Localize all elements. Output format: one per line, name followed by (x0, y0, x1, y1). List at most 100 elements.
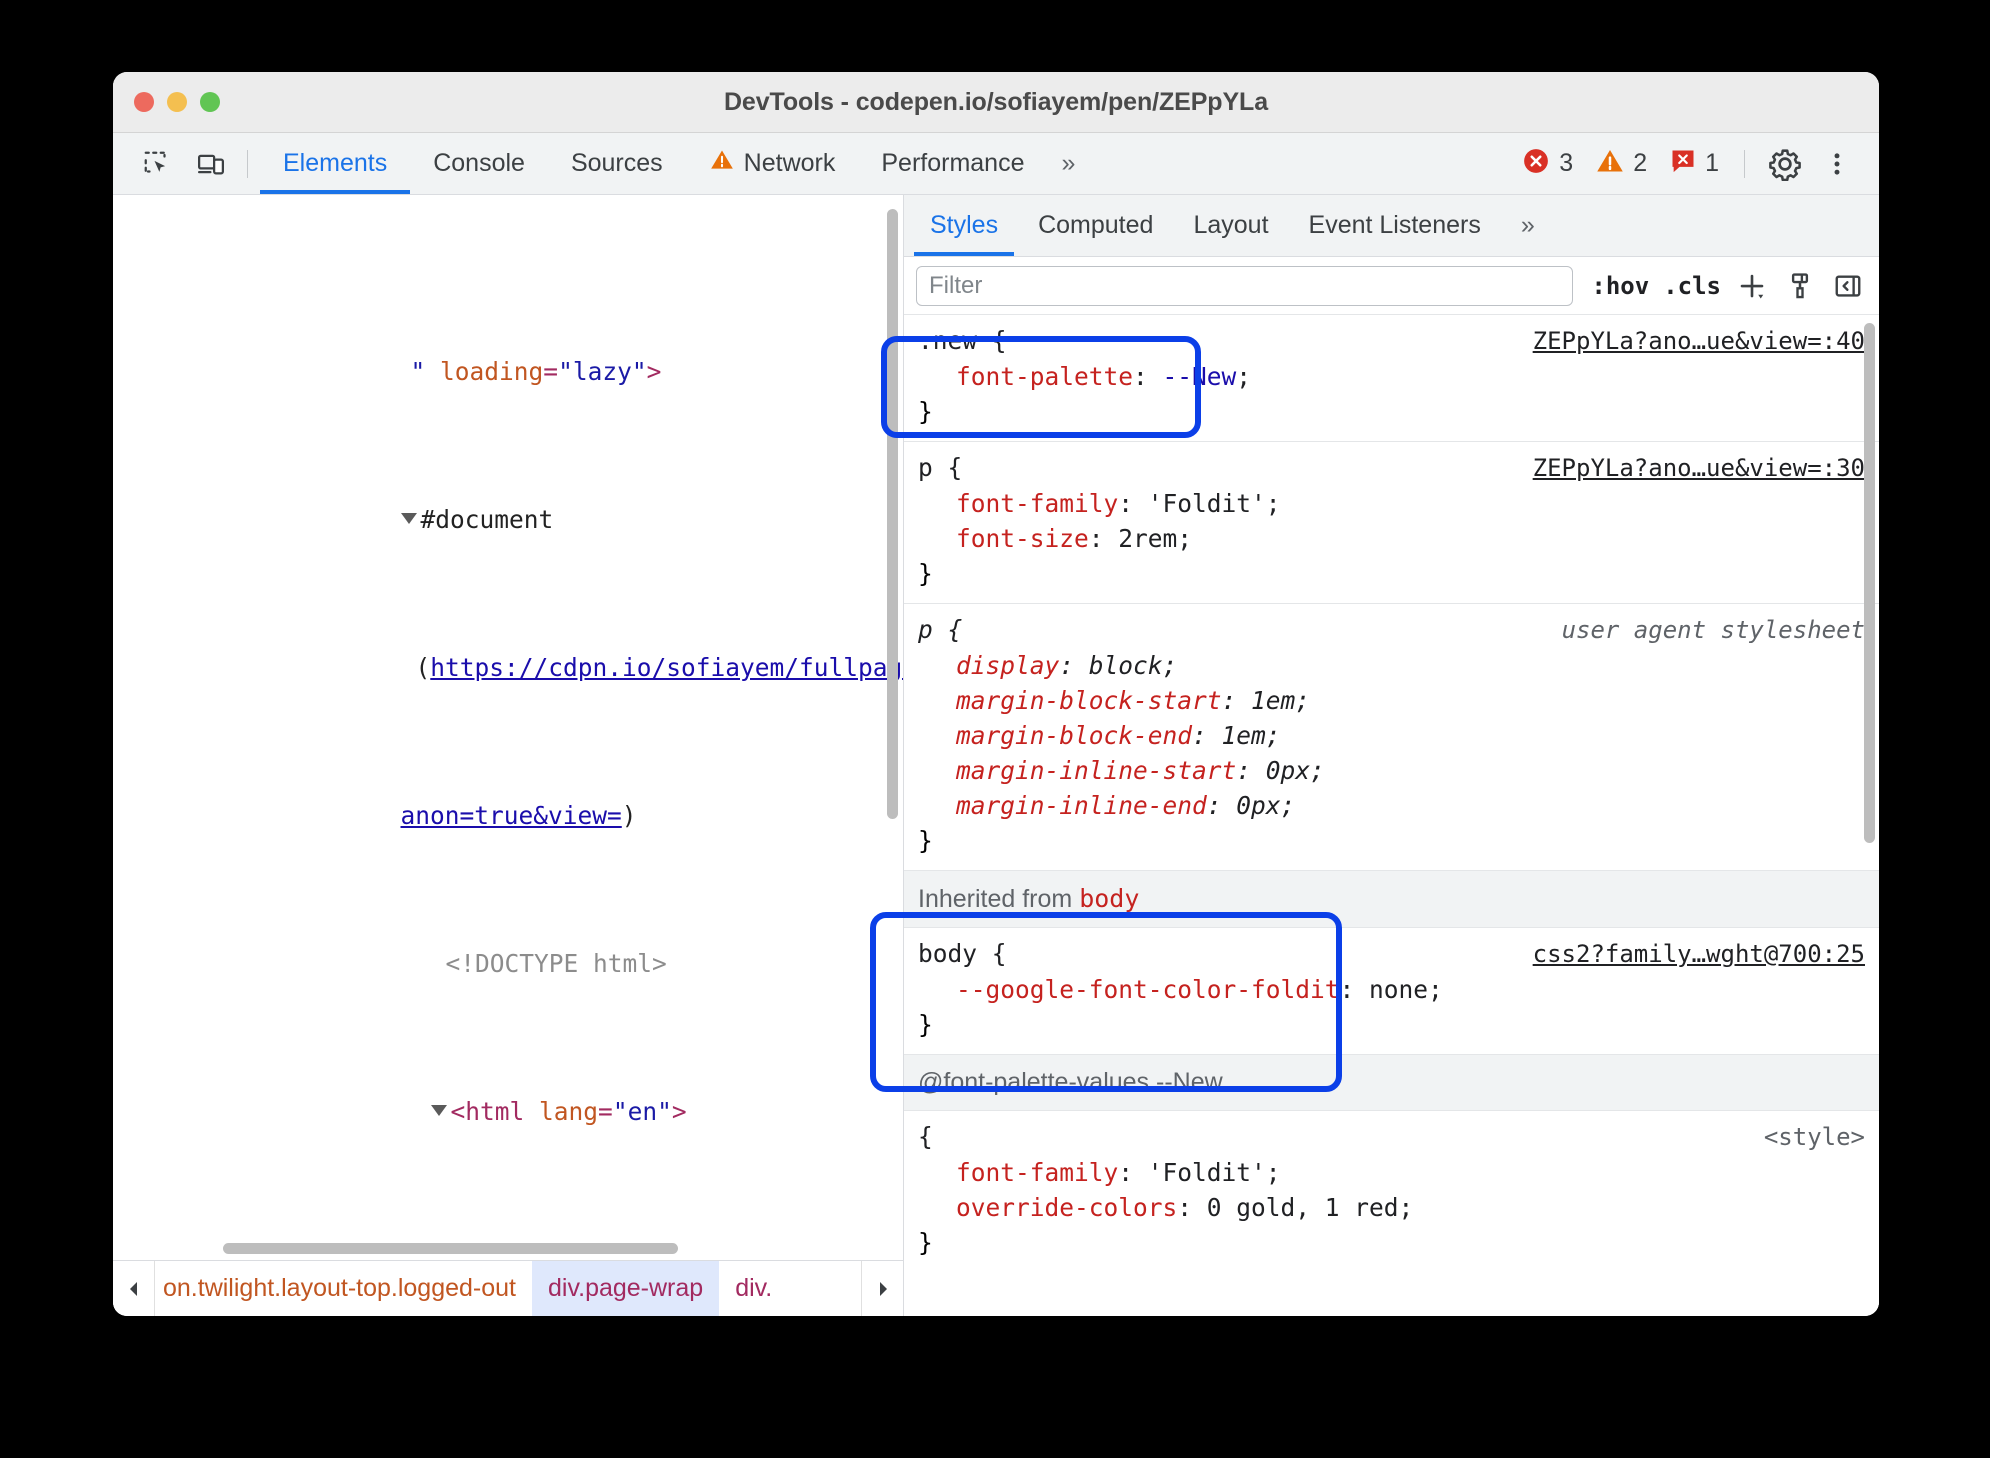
style-rule-origin[interactable]: css2?family…wght@700:25 (1513, 937, 1865, 972)
gear-icon[interactable] (1761, 142, 1809, 186)
breadcrumb-item-1[interactable]: div.page-wrap (532, 1261, 720, 1316)
declaration-value[interactable]: 'Foldit' (1148, 489, 1266, 518)
inherited-source-tag[interactable]: body (1079, 884, 1139, 913)
style-rule-p-user-agent[interactable]: p { user agent stylesheet display: block… (904, 604, 1879, 871)
style-rule-origin[interactable]: ZEPpYLa?ano…ue&view=:40 (1513, 324, 1865, 359)
style-declaration: display: block; (956, 651, 1178, 680)
more-options-icon[interactable] (1813, 142, 1861, 186)
dom-tree-horizontal-scrollbar-track (113, 1238, 903, 1260)
tab-computed[interactable]: Computed (1018, 195, 1173, 256)
style-rule-selector[interactable]: .new { (918, 323, 1007, 358)
dom-line[interactable]: " loading="lazy"> (113, 316, 903, 386)
expand-triangle-icon[interactable] (430, 1105, 447, 1116)
style-declaration[interactable]: font-palette: --New; (918, 359, 1865, 394)
dom-line[interactable]: <!DOCTYPE html> (113, 908, 903, 978)
declaration-property[interactable]: font-palette (956, 362, 1133, 391)
declaration-property[interactable]: font-size (956, 524, 1089, 553)
declaration-property[interactable]: font-family (956, 489, 1118, 518)
tab-console[interactable]: Console (410, 133, 548, 194)
declaration-value[interactable]: none (1369, 975, 1428, 1004)
style-rule-close: } (918, 826, 933, 855)
style-rule-close: } (918, 1010, 933, 1039)
tab-network[interactable]: Network (686, 133, 859, 194)
device-toolbar-icon[interactable] (187, 142, 235, 186)
style-declaration[interactable]: font-size: 2rem; (918, 521, 1865, 556)
declaration-value: 1em (1221, 721, 1266, 750)
cls-toggle-button[interactable]: .cls (1663, 272, 1721, 300)
dom-line[interactable]: #document (113, 464, 903, 534)
declaration-property[interactable]: --google-font-color-foldit (956, 975, 1340, 1004)
style-rule-selector[interactable]: p { (918, 450, 962, 485)
devtools-main: " loading="lazy"> #document (https://cdp… (113, 195, 1879, 1316)
styles-rules-list[interactable]: .new { ZEPpYLa?ano…ue&view=:40 font-pale… (904, 315, 1879, 1316)
style-rule-body[interactable]: body { css2?family…wght@700:25 --google-… (904, 928, 1879, 1055)
tab-sources[interactable]: Sources (548, 133, 686, 194)
tab-styles[interactable]: Styles (910, 195, 1018, 256)
inspect-element-icon[interactable] (133, 142, 181, 186)
declaration-property: margin-block-end (956, 721, 1193, 750)
dom-line[interactable]: <head>•••</head> (113, 1204, 903, 1238)
styles-vertical-scrollbar[interactable] (1864, 323, 1875, 843)
styles-pane: Styles Computed Layout Event Listeners » (903, 195, 1879, 1316)
warning-counter[interactable]: 2 (1586, 146, 1656, 181)
style-rule-selector[interactable]: body { (918, 936, 1007, 971)
warning-count: 2 (1633, 149, 1648, 177)
error-circle-icon (1521, 146, 1551, 181)
dom-tree-vertical-scrollbar[interactable] (887, 209, 898, 819)
hov-toggle-button[interactable]: :hov (1591, 272, 1649, 300)
breadcrumb: on.twilight.layout-top.logged-out div.pa… (113, 1260, 903, 1316)
dom-line[interactable]: (https://cdpn.io/sofiayem/fullpage/ZEPpY… (113, 612, 903, 682)
declaration-value[interactable]: --New (1163, 362, 1237, 391)
style-declaration[interactable]: font-family: 'Foldit'; (918, 1155, 1865, 1190)
style-declaration[interactable]: font-family: 'Foldit'; (918, 486, 1865, 521)
styles-filter-bar: :hov .cls (904, 257, 1879, 315)
breadcrumb-next-button[interactable] (861, 1261, 903, 1316)
declaration-value[interactable]: 2rem (1118, 524, 1177, 553)
devtools-window: DevTools - codepen.io/sofiayem/pen/ZEPpY… (113, 72, 1879, 1316)
declaration-property[interactable]: override-colors (956, 1193, 1177, 1222)
breadcrumb-item-0[interactable]: on.twilight.layout-top.logged-out (147, 1261, 532, 1316)
toggle-sidebar-icon[interactable] (1831, 269, 1865, 303)
error-counter[interactable]: 3 (1512, 146, 1582, 181)
dom-tree-horizontal-scrollbar[interactable] (223, 1243, 678, 1254)
breadcrumb-item-2[interactable]: div. (719, 1261, 788, 1316)
declaration-value[interactable]: 'Foldit' (1148, 1158, 1266, 1187)
new-style-rule-icon[interactable] (1735, 269, 1769, 303)
tab-event-listeners[interactable]: Event Listeners (1289, 195, 1501, 256)
tab-computed-label: Computed (1038, 211, 1154, 239)
dom-line[interactable]: <html lang="en"> (113, 1056, 903, 1126)
style-declaration[interactable]: override-colors: 0 gold, 1 red; (918, 1190, 1865, 1225)
style-rule-font-palette-values[interactable]: { <style> font-family: 'Foldit'; overrid… (904, 1111, 1879, 1272)
toolbar-divider (247, 149, 248, 178)
copy-styles-icon[interactable] (1783, 269, 1817, 303)
declaration-value[interactable]: 0 gold, 1 red (1207, 1193, 1399, 1222)
tab-console-label: Console (433, 149, 525, 177)
dom-line[interactable]: anon=true&view=) (113, 760, 903, 830)
panel-tabs: Elements Console Sources Network Perform… (260, 133, 1085, 194)
window-title: DevTools - codepen.io/sofiayem/pen/ZEPpY… (723, 87, 1269, 116)
tab-styles-label: Styles (930, 211, 999, 239)
document-url-link-cont[interactable]: anon=true&view= (401, 801, 622, 830)
toolbar-icon-group (113, 142, 235, 186)
style-rule-origin: <style> (1763, 1123, 1865, 1151)
tab-elements[interactable]: Elements (260, 133, 411, 194)
more-panels-chevron-icon[interactable]: » (1047, 149, 1085, 178)
style-rule-open-brace: { (918, 1122, 933, 1151)
style-rule-header: { <style> (918, 1119, 1865, 1155)
expand-triangle-icon[interactable] (400, 513, 417, 524)
issues-counter[interactable]: 1 (1660, 147, 1728, 180)
tab-layout[interactable]: Layout (1173, 195, 1288, 256)
style-declaration[interactable]: --google-font-color-foldit: none; (918, 972, 1865, 1007)
tab-performance[interactable]: Performance (858, 133, 1047, 194)
style-rule-origin: user agent stylesheet (1561, 616, 1865, 644)
declaration-value: 0px (1236, 791, 1281, 820)
style-rule-p-author[interactable]: p { ZEPpYLa?ano…ue&view=:30 font-family:… (904, 442, 1879, 604)
styles-more-tabs-chevron-icon[interactable]: » (1501, 195, 1551, 256)
breadcrumb-spacer (788, 1261, 861, 1316)
style-rule-new[interactable]: .new { ZEPpYLa?ano…ue&view=:40 font-pale… (904, 315, 1879, 442)
declaration-property[interactable]: font-family (956, 1158, 1118, 1187)
style-rule-origin[interactable]: ZEPpYLa?ano…ue&view=:30 (1513, 451, 1865, 486)
styles-filter-input[interactable] (916, 265, 1574, 306)
dom-tree[interactable]: " loading="lazy"> #document (https://cdp… (113, 195, 903, 1238)
document-url-link[interactable]: https://cdpn.io/sofiayem/fullpage/ZEPpYL… (430, 653, 903, 682)
